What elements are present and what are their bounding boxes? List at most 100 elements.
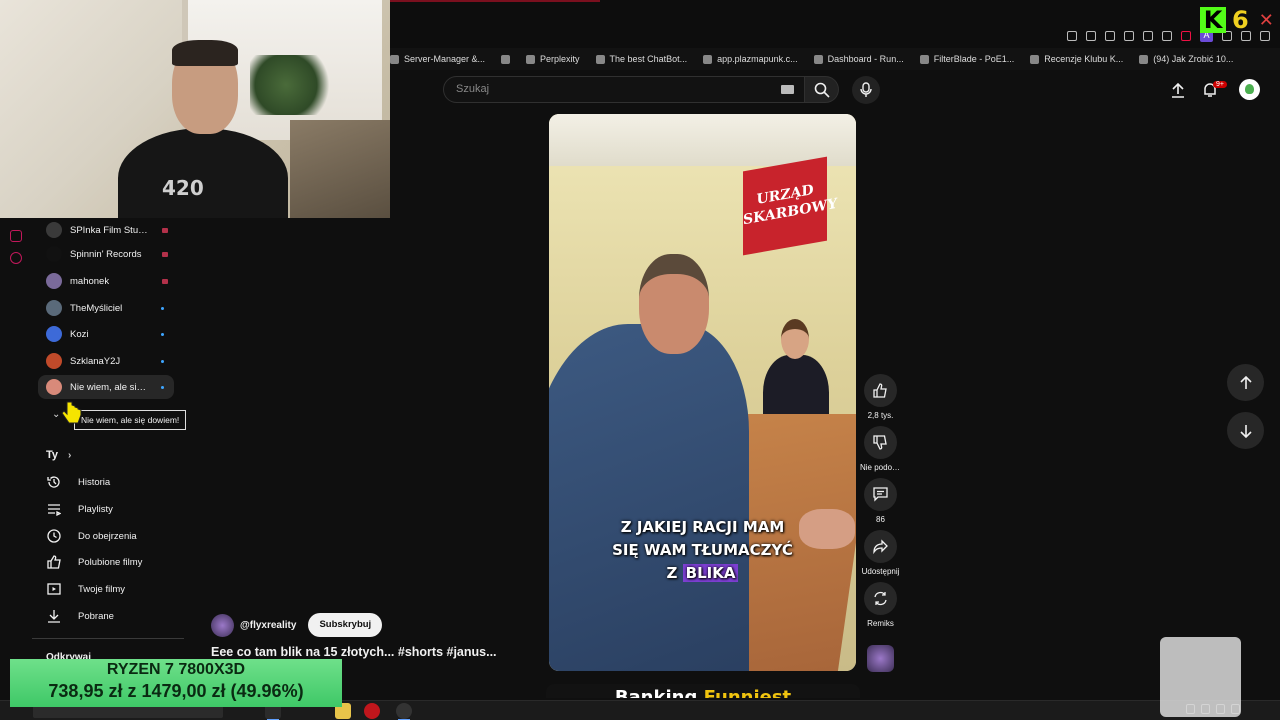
- sidebar-item-twoje-filmy[interactable]: Twoje filmy: [38, 577, 178, 601]
- remix-button[interactable]: [864, 582, 897, 615]
- browser-top-bar: A: [390, 0, 1280, 48]
- watch-later-icon: [46, 528, 62, 544]
- you-section-heading[interactable]: Ty ›: [46, 449, 71, 461]
- heart-icon[interactable]: [1143, 30, 1153, 41]
- webcam-plant: [250, 55, 340, 115]
- puzzle-icon[interactable]: [1162, 30, 1172, 41]
- subscription-name: TheMyśliciel: [70, 302, 123, 314]
- shirt-logo: 420: [162, 176, 204, 200]
- subscribe-button[interactable]: Subskrybuj: [308, 613, 383, 637]
- channel-avatar[interactable]: [211, 613, 234, 637]
- bookmark-item[interactable]: (94) Jak Zrobić 10...: [1139, 54, 1233, 64]
- webcam-person-hair: [172, 40, 238, 66]
- like-button[interactable]: [864, 374, 897, 407]
- bookmarks-bar: Server-Manager &... Perplexity The best Ch…: [390, 48, 1280, 70]
- price-product: RYZEN 7 7800X3D: [106, 661, 246, 678]
- keyboard-icon[interactable]: [781, 85, 794, 94]
- upload-button[interactable]: [1168, 80, 1188, 100]
- sidebar-item-label: Do obejrzenia: [78, 530, 137, 542]
- dislike-action[interactable]: Nie podob...: [860, 426, 901, 472]
- share-action[interactable]: Udostępnij: [860, 530, 901, 576]
- sidebar-item-playlisty[interactable]: Playlisty: [38, 497, 178, 521]
- taskbar-app-red[interactable]: [364, 703, 380, 719]
- remix-action[interactable]: Remiks: [860, 582, 901, 628]
- subscription-name: Nie wiem, ale się...: [70, 381, 148, 393]
- dislike-button[interactable]: [864, 426, 897, 459]
- you-heading-label: Ty: [46, 449, 59, 461]
- kick-counter-overlay: K 6 ✕: [1200, 6, 1274, 34]
- like-action[interactable]: 2,8 tys.: [860, 374, 901, 420]
- subscription-item[interactable]: Kozi: [38, 322, 174, 346]
- bookmark-label: FilterBlade - PoE1...: [933, 54, 1015, 64]
- bookmark-icon[interactable]: [1067, 30, 1077, 41]
- webcam-chair: [290, 120, 390, 218]
- sound-thumbnail[interactable]: [867, 645, 894, 672]
- previous-short-button[interactable]: [1227, 364, 1264, 401]
- subscription-item[interactable]: Nie wiem, ale się...: [38, 375, 174, 399]
- subscription-item[interactable]: mahonek: [38, 269, 174, 293]
- subscription-item[interactable]: SPInka Film Stud...: [38, 218, 174, 242]
- remix-label: Remiks: [867, 619, 894, 628]
- close-icon[interactable]: ✕: [1259, 10, 1274, 31]
- sidebar-item-label: Polubione filmy: [78, 556, 143, 568]
- avatar: [46, 353, 62, 369]
- bookmark-item[interactable]: Server-Manager &...: [390, 54, 485, 64]
- avatar: [46, 300, 62, 316]
- avatar: [46, 273, 62, 289]
- bookmark-label: Dashboard - Run...: [827, 54, 904, 64]
- extension-red-icon[interactable]: [1181, 30, 1191, 41]
- bookmark-label: The best ChatBot...: [609, 54, 688, 64]
- sidebar-item-historia[interactable]: Historia: [38, 470, 178, 494]
- bookmark-item[interactable]: FilterBlade - PoE1...: [919, 54, 1015, 64]
- video-caption: Z JAKIEJ RACJI MAM SIĘ WAM TŁUMACZYĆ Z B…: [549, 516, 856, 585]
- next-short-peek[interactable]: Banking Funniest: [546, 684, 860, 698]
- subscription-item[interactable]: SzklanaY2J: [38, 349, 174, 373]
- bookmark-item[interactable]: The best ChatBot...: [595, 54, 688, 64]
- new-content-dot: [161, 359, 164, 363]
- sidebar-item-do-obejrzenia[interactable]: Do obejrzenia: [38, 524, 178, 548]
- short-video-player[interactable]: URZĄD SKARBOWY Z JAKIEJ RACJI MAM SIĘ WA…: [549, 114, 856, 671]
- share-button[interactable]: [864, 530, 897, 563]
- video-ceiling: [549, 114, 856, 166]
- comments-button[interactable]: [864, 478, 897, 511]
- sidebar-item-polubione-filmy[interactable]: Polubione filmy: [38, 550, 178, 574]
- mini-rail: [0, 218, 32, 700]
- bookmark-item[interactable]: [501, 54, 511, 64]
- subscription-item[interactable]: TheMyśliciel: [38, 296, 174, 320]
- chatgpt-icon: [595, 54, 605, 64]
- search-button[interactable]: [805, 76, 839, 103]
- rail-home-icon[interactable]: [10, 230, 22, 242]
- play-icon[interactable]: [1124, 30, 1134, 41]
- screenshot-icon[interactable]: [1086, 30, 1096, 41]
- perplexity-icon: [526, 54, 536, 64]
- subscription-item[interactable]: Spinnin' Records: [38, 242, 174, 266]
- video-man: [549, 244, 759, 671]
- taskbar-app-obs[interactable]: [396, 703, 412, 720]
- page-icon: [1030, 54, 1040, 64]
- hand-cursor-icon: [61, 401, 82, 424]
- bookmark-item[interactable]: Dashboard - Run...: [813, 54, 904, 64]
- share-label: Udostępnij: [861, 567, 900, 576]
- search-input[interactable]: Szukaj: [443, 76, 805, 103]
- channel-row: @flyxreality Subskrybuj: [211, 613, 383, 637]
- video-title[interactable]: Eee co tam blik na 15 złotych... #shorts…: [211, 645, 511, 659]
- next-short-button[interactable]: [1227, 412, 1264, 449]
- comments-action[interactable]: 86: [860, 478, 901, 524]
- account-avatar[interactable]: [1239, 79, 1260, 100]
- sidebar-item-pobrane[interactable]: Pobrane: [38, 604, 178, 628]
- sidebar-item-label: Pobrane: [78, 610, 114, 622]
- comments-count: 86: [876, 515, 885, 524]
- page-icon: [813, 54, 823, 64]
- like-count: 2,8 tys.: [867, 411, 894, 420]
- subscription-name: SPInka Film Stud...: [70, 224, 148, 236]
- bookmark-item[interactable]: app.plazmapunk.c...: [703, 54, 798, 64]
- rail-settings-icon[interactable]: [10, 252, 22, 264]
- search-placeholder: Szukaj: [456, 83, 490, 95]
- bookmark-item[interactable]: Recenzje Klubu K...: [1030, 54, 1123, 64]
- arrow-down-icon: [1239, 424, 1252, 438]
- block-icon[interactable]: [1105, 30, 1115, 41]
- channel-name[interactable]: @flyxreality: [240, 620, 296, 631]
- page-icon: [703, 54, 713, 64]
- bookmark-item[interactable]: Perplexity: [526, 54, 580, 64]
- voice-search-button[interactable]: [852, 76, 880, 104]
